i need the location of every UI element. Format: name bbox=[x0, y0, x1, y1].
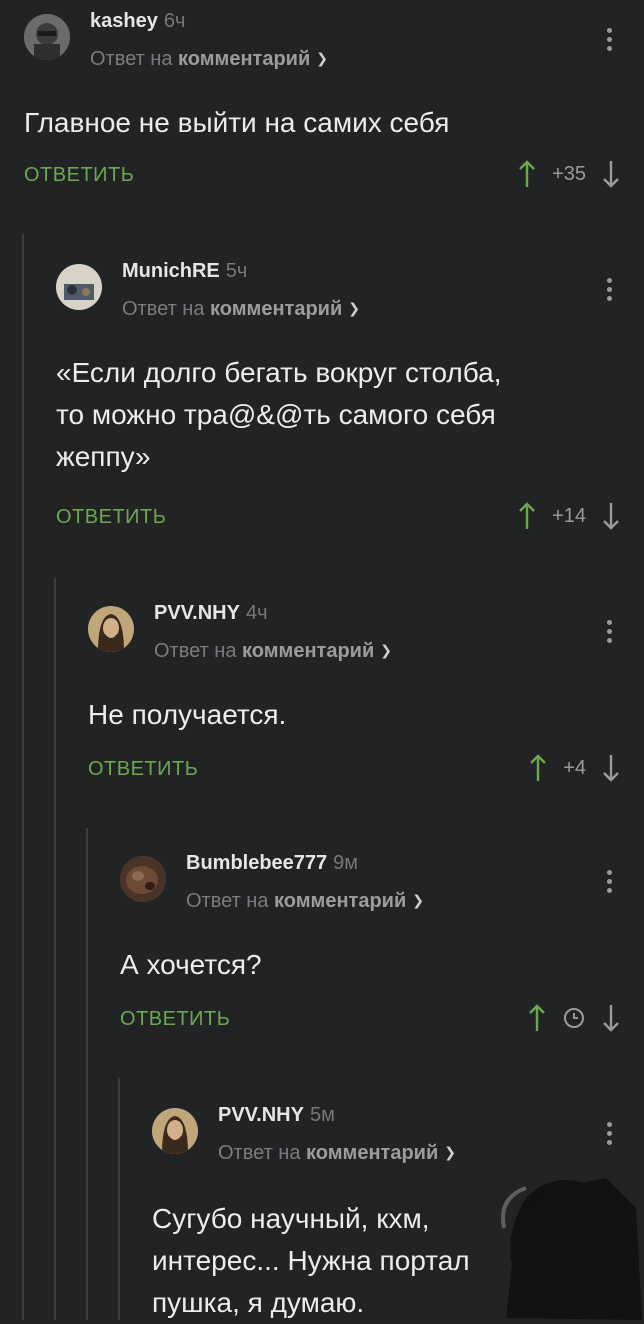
username[interactable]: PVV.NHY 5м bbox=[218, 1104, 335, 1127]
thread-line-2 bbox=[54, 578, 56, 1320]
timestamp: 4ч bbox=[245, 602, 268, 624]
comment-text: А хочется? bbox=[120, 949, 262, 980]
comment-text: Не получается. bbox=[88, 699, 287, 730]
reply-to-link[interactable]: Ответ на комментарий ❯ bbox=[90, 48, 328, 71]
avatar[interactable] bbox=[56, 264, 102, 310]
comment-bumblebee777: Bumblebee777 9м Ответ на комментарий ❯ А х… bbox=[120, 852, 644, 1046]
comment-text: Сугубо научный, кхм, интерес... Нужна по… bbox=[152, 1198, 470, 1324]
chevron-down-icon: ❯ bbox=[348, 300, 360, 316]
username[interactable]: PVV.NHY 4ч bbox=[154, 602, 268, 625]
vote-controls: +4 bbox=[529, 754, 620, 782]
arrow-up-icon[interactable] bbox=[518, 160, 536, 188]
reply-button[interactable]: ОТВЕТИТЬ bbox=[88, 758, 198, 781]
arrow-down-icon[interactable] bbox=[602, 754, 620, 782]
comment-actions: ОТВЕТИТЬ +35 bbox=[24, 160, 644, 194]
more-vertical-icon[interactable] bbox=[606, 278, 612, 301]
score: +14 bbox=[552, 504, 586, 527]
comment-pvv-nhy-1: PVV.NHY 4ч Ответ на комментарий ❯ Не получ… bbox=[88, 602, 644, 796]
chevron-down-icon: ❯ bbox=[380, 642, 392, 658]
reply-button[interactable]: ОТВЕТИТЬ bbox=[120, 1008, 230, 1031]
timestamp: 5м bbox=[309, 1104, 335, 1126]
chevron-down-icon: ❯ bbox=[412, 892, 424, 908]
timestamp: 9м bbox=[333, 852, 359, 874]
comment-text-line: пушка, я думаю. bbox=[152, 1287, 365, 1318]
comment-kashey: kashey 6ч Ответ на комментарий ❯ Главное н… bbox=[24, 10, 644, 204]
comment-text-line: Сугубо научный, кхм, bbox=[152, 1203, 430, 1234]
comment-text: Главное не выйти на самих себя bbox=[24, 107, 450, 138]
more-vertical-icon[interactable] bbox=[606, 870, 612, 893]
reply-to-link[interactable]: Ответ на комментарий ❯ bbox=[122, 298, 360, 321]
comment-actions: ОТВЕТИТЬ +4 bbox=[88, 754, 644, 788]
vote-controls: +35 bbox=[518, 160, 620, 188]
chevron-down-icon: ❯ bbox=[316, 50, 328, 66]
thread-line-1 bbox=[22, 234, 24, 1320]
avatar[interactable] bbox=[88, 606, 134, 652]
comment-munichre: MunichRE 5ч Ответ на комментарий ❯ «Если д… bbox=[56, 260, 644, 544]
comment-text-line: жеппу» bbox=[56, 441, 151, 472]
score: +4 bbox=[563, 756, 586, 779]
comment-actions: ОТВЕТИТЬ +14 bbox=[56, 502, 644, 536]
arrow-up-icon[interactable] bbox=[529, 754, 547, 782]
reply-button[interactable]: ОТВЕТИТЬ bbox=[56, 506, 166, 529]
reply-to-link[interactable]: Ответ на комментарий ❯ bbox=[154, 640, 392, 663]
avatar[interactable] bbox=[152, 1108, 198, 1154]
comment-text: «Если долго бегать вокруг столба, то мож… bbox=[56, 352, 502, 478]
more-vertical-icon[interactable] bbox=[606, 28, 612, 51]
username[interactable]: Bumblebee777 9м bbox=[186, 852, 358, 875]
chevron-down-icon: ❯ bbox=[444, 1144, 456, 1160]
timestamp: 5ч bbox=[225, 260, 248, 282]
arrow-down-icon[interactable] bbox=[602, 502, 620, 530]
username[interactable]: kashey 6ч bbox=[90, 10, 185, 33]
arrow-down-icon[interactable] bbox=[602, 160, 620, 188]
more-vertical-icon[interactable] bbox=[606, 620, 612, 643]
thread-line-4 bbox=[118, 1078, 120, 1320]
comment-text-line: «Если долго бегать вокруг столба, bbox=[56, 357, 502, 388]
redaction-scribble bbox=[501, 1178, 642, 1320]
more-vertical-icon[interactable] bbox=[606, 1122, 612, 1145]
reply-to-link[interactable]: Ответ на комментарий ❯ bbox=[186, 890, 424, 913]
arrow-down-icon[interactable] bbox=[602, 1004, 620, 1032]
arrow-up-icon[interactable] bbox=[528, 1004, 546, 1032]
vote-controls bbox=[528, 1004, 620, 1032]
thread-line-3 bbox=[86, 828, 88, 1320]
avatar[interactable] bbox=[24, 14, 70, 60]
arrow-up-icon[interactable] bbox=[518, 502, 536, 530]
comment-text-line: то можно тра@&@ть самого себя bbox=[56, 399, 496, 430]
avatar[interactable] bbox=[120, 856, 166, 902]
username[interactable]: MunichRE 5ч bbox=[122, 260, 247, 283]
vote-controls: +14 bbox=[518, 502, 620, 530]
clock-icon bbox=[562, 1006, 586, 1030]
score: +35 bbox=[552, 162, 586, 185]
comment-text-line: интерес... Нужна портал bbox=[152, 1245, 470, 1276]
reply-to-link[interactable]: Ответ на комментарий ❯ bbox=[218, 1142, 456, 1165]
comment-actions: ОТВЕТИТЬ bbox=[120, 1004, 644, 1038]
timestamp: 6ч bbox=[163, 10, 186, 32]
reply-button[interactable]: ОТВЕТИТЬ bbox=[24, 164, 134, 187]
